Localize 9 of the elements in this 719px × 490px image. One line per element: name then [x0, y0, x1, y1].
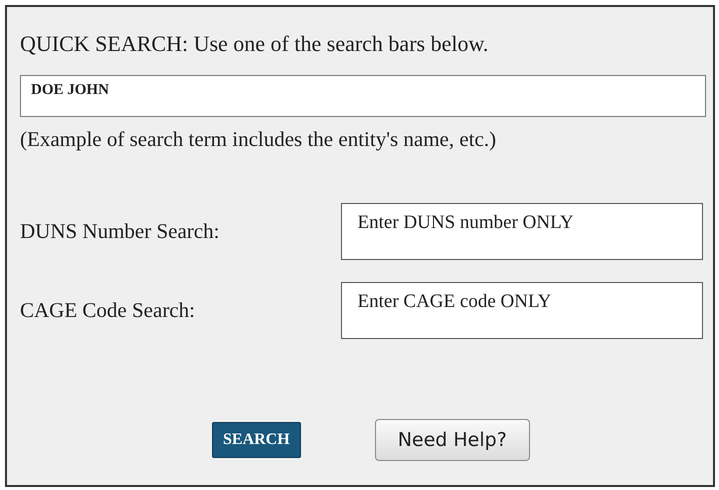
quick-search-field[interactable]: DOE JOHN [20, 75, 706, 117]
field-label: CAGE Code Search: [20, 296, 196, 324]
search-field[interactable]: Enter DUNS number ONLY [340, 203, 703, 260]
help-button[interactable]: Need Help? [374, 419, 530, 461]
hint-text: (Example of search term includes the entity's name, etc.) [20, 129, 498, 150]
field-label: DUNS Number Search: [20, 218, 220, 245]
search-field[interactable]: Enter CAGE code ONLY [340, 282, 703, 339]
panel-title: QUICK SEARCH: Use one of the search bars below. [20, 33, 490, 55]
search-button[interactable]: SEARCH [212, 422, 301, 458]
